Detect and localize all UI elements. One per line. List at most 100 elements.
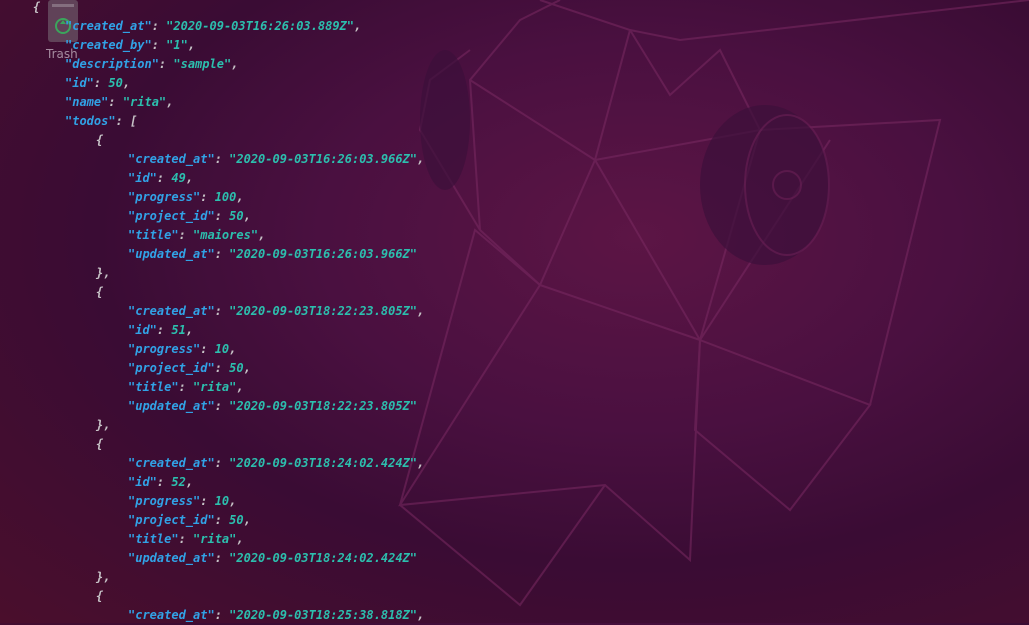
json-value: 50: [229, 513, 244, 527]
json-key: "id": [65, 76, 94, 90]
json-line: "name": "rita",: [65, 93, 173, 112]
json-key: "created_at": [128, 152, 215, 166]
json-value: "2020-09-03T18:24:02.424Z": [229, 456, 417, 470]
json-value: "rita": [193, 532, 237, 546]
json-colon: :: [214, 551, 230, 565]
json-key: "title": [128, 228, 179, 242]
json-line: "title": "rita",: [128, 530, 244, 549]
json-line: "created_at": "2020-09-03T16:26:03.889Z"…: [65, 17, 361, 36]
json-colon: :: [156, 171, 172, 185]
json-colon: :: [214, 399, 230, 413]
json-line: "created_by": "1",: [65, 36, 195, 55]
json-key: "project_id": [128, 361, 215, 375]
json-line: },: [96, 416, 110, 435]
json-line: "id": 51,: [128, 321, 193, 340]
json-line: "updated_at": "2020-09-03T16:26:03.966Z": [128, 245, 417, 264]
json-separator: ,: [187, 38, 196, 52]
json-value: "2020-09-03T18:22:23.805Z": [229, 399, 417, 413]
json-value: 50: [229, 209, 244, 223]
json-value: 52: [171, 475, 186, 489]
json-line: },: [96, 264, 110, 283]
json-colon: :: [200, 342, 215, 356]
json-line: "project_id": 50,: [128, 359, 251, 378]
json-key: "created_by": [65, 38, 152, 52]
json-key: "created_at": [65, 19, 152, 33]
json-colon: :: [214, 608, 230, 622]
json-value: "rita": [193, 380, 237, 394]
json-separator: ,: [243, 513, 251, 527]
json-line: "created_at": "2020-09-03T18:25:38.818Z"…: [128, 606, 424, 625]
json-value: "2020-09-03T16:26:03.966Z": [229, 152, 417, 166]
json-value: [: [130, 114, 138, 128]
json-key: "todos": [65, 114, 116, 128]
json-separator: ,: [229, 342, 237, 356]
json-line: "project_id": 50,: [128, 511, 251, 530]
json-separator: ,: [185, 323, 194, 337]
json-key: "project_id": [128, 209, 215, 223]
json-key: "progress": [128, 190, 201, 204]
json-colon: :: [214, 304, 230, 318]
json-colon: :: [108, 95, 123, 109]
json-line: {: [96, 587, 103, 606]
json-line: {: [96, 435, 103, 454]
json-line: {: [96, 283, 103, 302]
json-key: "project_id": [128, 513, 215, 527]
json-punctuation: },: [96, 570, 111, 584]
json-key: "title": [128, 380, 179, 394]
json-line: "title": "maiores",: [128, 226, 265, 245]
json-key: "created_at": [128, 304, 215, 318]
json-key: "updated_at": [128, 399, 215, 413]
json-separator: ,: [243, 361, 251, 375]
json-colon: :: [178, 228, 194, 242]
json-punctuation: {: [96, 437, 104, 451]
json-value: "2020-09-03T16:26:03.966Z": [229, 247, 417, 261]
json-line: "id": 50,: [65, 74, 130, 93]
json-line: "project_id": 50,: [128, 207, 251, 226]
json-key: "created_at": [128, 456, 215, 470]
json-separator: ,: [258, 228, 266, 242]
json-viewer: { "created_at": "2020-09-03T16:26:03.889Z…: [0, 0, 1029, 623]
json-separator: ,: [229, 494, 237, 508]
json-line: "id": 49,: [128, 169, 193, 188]
json-punctuation: {: [96, 285, 104, 299]
json-colon: :: [214, 361, 230, 375]
json-key: "progress": [128, 494, 201, 508]
json-key: "id": [128, 171, 157, 185]
json-separator: ,: [236, 380, 244, 394]
json-line: "created_at": "2020-09-03T16:26:03.966Z"…: [128, 150, 424, 169]
json-colon: :: [151, 19, 167, 33]
json-colon: :: [214, 209, 230, 223]
json-line: "description": "sample",: [65, 55, 238, 74]
json-punctuation: {: [96, 133, 104, 147]
json-value: 10: [214, 342, 230, 356]
json-colon: :: [178, 380, 194, 394]
json-line: "title": "rita",: [128, 378, 244, 397]
json-colon: :: [200, 190, 215, 204]
json-value: "2020-09-03T18:24:02.424Z": [229, 551, 417, 565]
json-separator: ,: [236, 532, 244, 546]
json-value: "2020-09-03T16:26:03.889Z": [166, 19, 354, 33]
json-line: "created_at": "2020-09-03T18:22:23.805Z"…: [128, 302, 424, 321]
json-separator: ,: [236, 190, 244, 204]
json-key: "updated_at": [128, 551, 215, 565]
json-punctuation: {: [96, 589, 104, 603]
json-colon: :: [214, 513, 230, 527]
json-key: "title": [128, 532, 179, 546]
json-colon: :: [156, 475, 172, 489]
json-line: "progress": 10,: [128, 340, 236, 359]
json-punctuation: },: [96, 418, 111, 432]
json-value: 50: [229, 361, 244, 375]
json-line: {: [33, 0, 40, 17]
json-key: "updated_at": [128, 247, 215, 261]
json-value: 50: [108, 76, 123, 90]
json-line: "todos": [: [65, 112, 137, 131]
json-line: {: [96, 131, 103, 150]
json-colon: :: [200, 494, 215, 508]
json-value: 100: [214, 190, 237, 204]
json-key: "description": [65, 57, 159, 71]
json-separator: ,: [417, 608, 425, 622]
json-separator: ,: [166, 95, 174, 109]
json-punctuation: {: [33, 0, 41, 14]
json-key: "created_at": [128, 608, 215, 622]
json-separator: ,: [417, 152, 425, 166]
